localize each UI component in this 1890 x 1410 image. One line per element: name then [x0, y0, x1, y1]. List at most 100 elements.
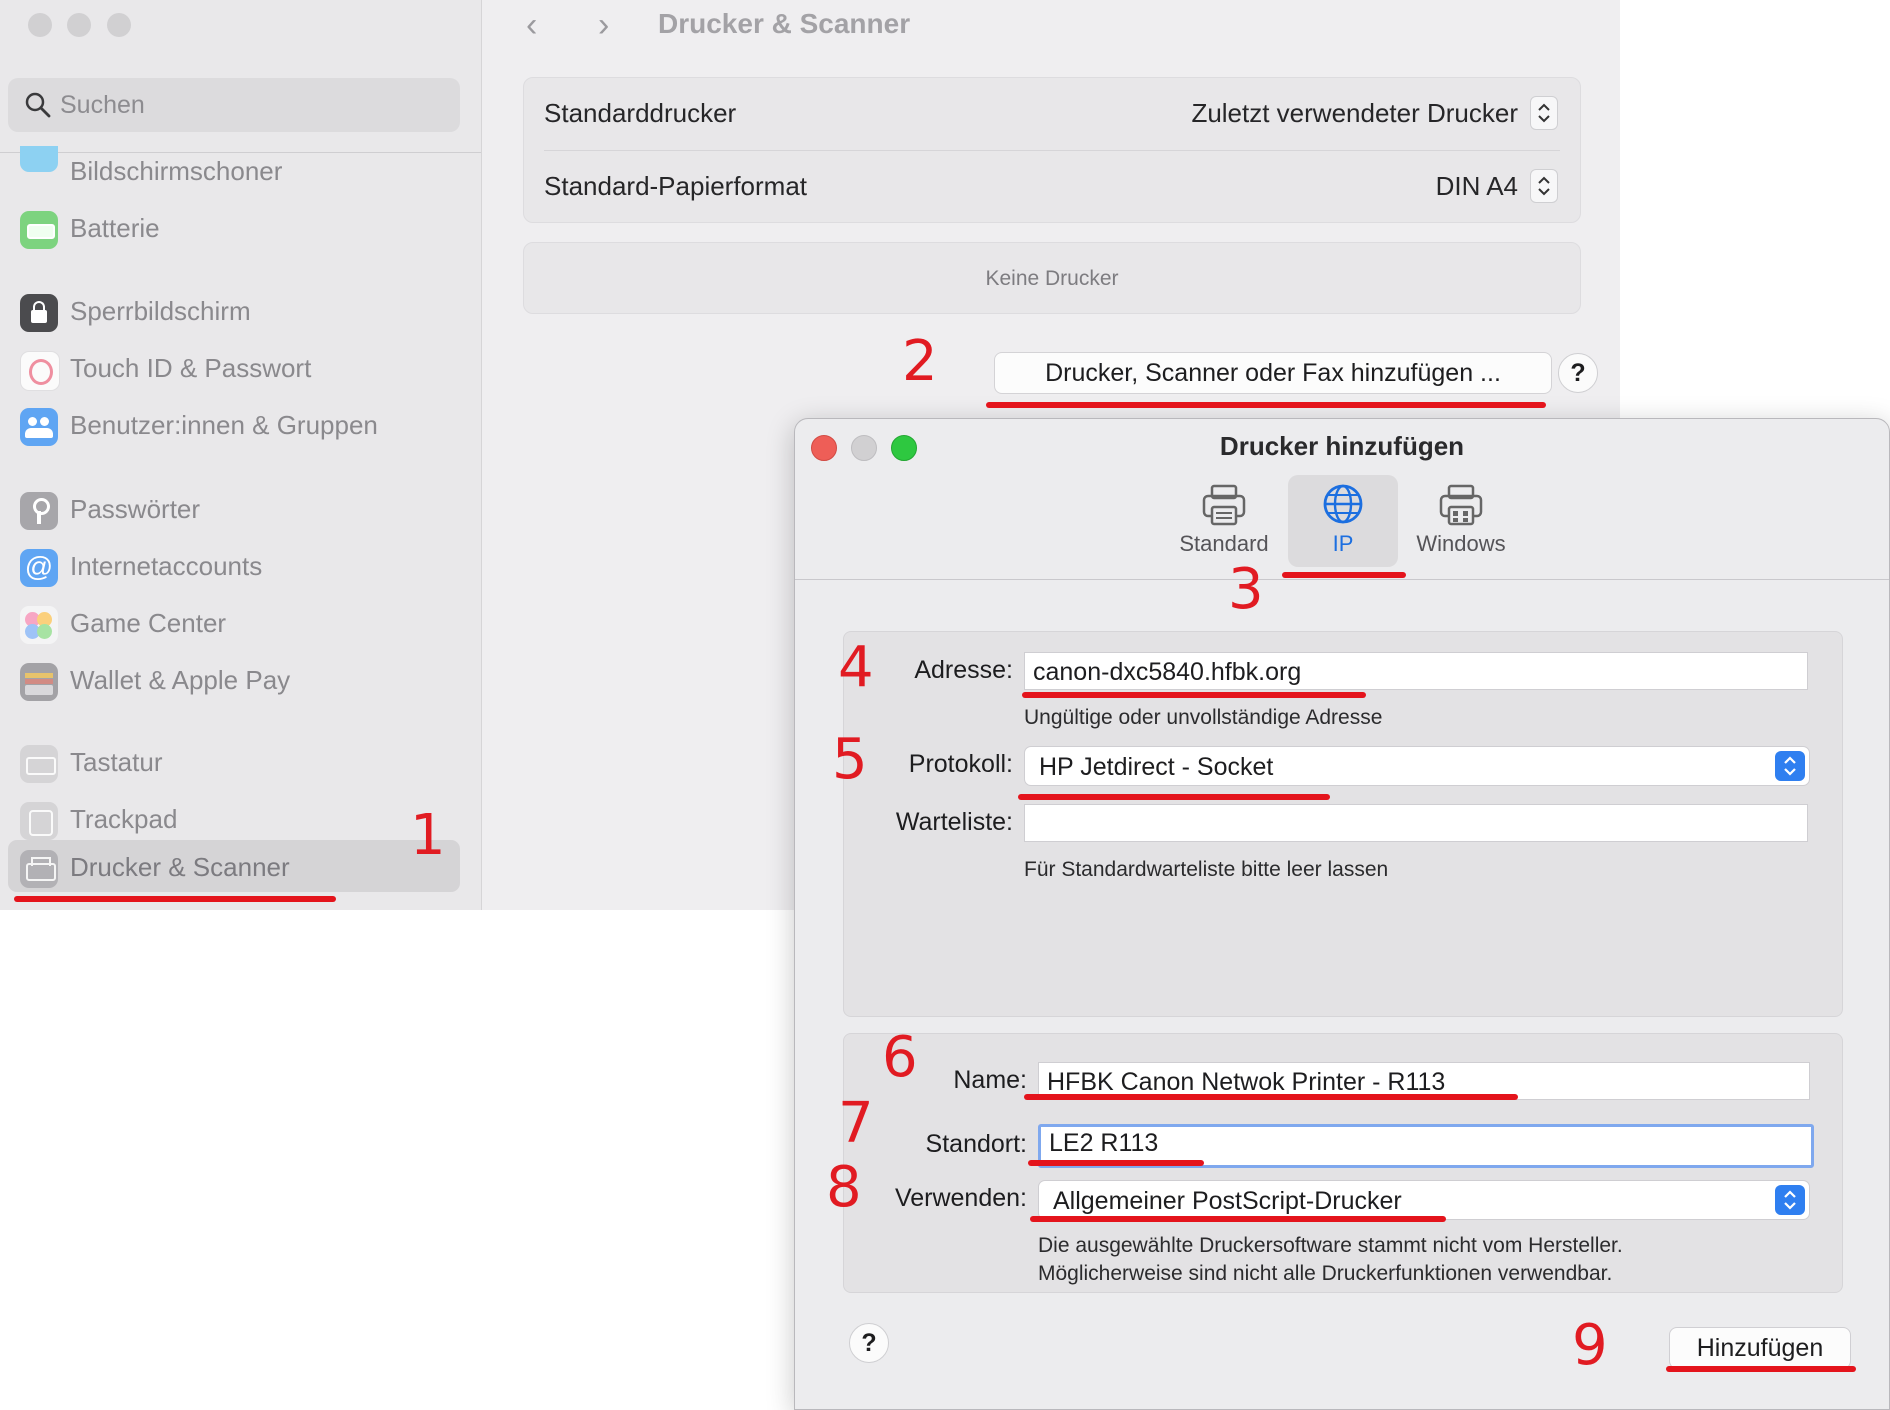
row-divider: [544, 150, 1560, 151]
no-printers-text: Keine Drucker: [985, 267, 1119, 290]
annotation-underline: [1030, 1216, 1446, 1222]
back-icon[interactable]: ‹: [526, 6, 537, 45]
driver-select[interactable]: Allgemeiner PostScript-Drucker: [1038, 1180, 1810, 1220]
title-bar: ‹ › Drucker & Scanner: [482, 0, 1620, 50]
annotation-underline: [1028, 1160, 1204, 1166]
sidebar-item-touch-id[interactable]: Touch ID & Passwort: [8, 341, 460, 393]
sidebar-item-printers-scanners[interactable]: Drucker & Scanner: [8, 840, 460, 892]
sidebar-item-label: Passwörter: [70, 494, 201, 524]
close-window-button[interactable]: [28, 13, 52, 37]
printer-details-panel: Name: HFBK Canon Netwok Printer - R113 S…: [843, 1033, 1843, 1293]
sidebar-item-label: Drucker & Scanner: [70, 852, 290, 882]
annotation-4: 4: [838, 635, 874, 700]
sidebar-item-game-center[interactable]: Game Center: [8, 596, 460, 648]
default-printer-label: Standarddrucker: [544, 98, 737, 128]
users-icon: [20, 408, 58, 446]
tab-label: IP: [1332, 531, 1354, 556]
protocol-value: HP Jetdirect - Socket: [1039, 753, 1274, 781]
printer-icon: [20, 850, 58, 888]
network-printer-icon: [1439, 484, 1483, 526]
tab-ip[interactable]: IP: [1288, 475, 1398, 567]
at-icon: @: [20, 549, 58, 587]
sidebar-item-label: Tastatur: [70, 747, 163, 777]
tab-windows[interactable]: Windows: [1406, 475, 1516, 567]
search-placeholder: Suchen: [60, 91, 145, 119]
default-printer-stepper[interactable]: [1530, 96, 1558, 130]
tab-standard[interactable]: Standard: [1169, 475, 1279, 567]
printer-list: Keine Drucker: [523, 242, 1581, 314]
connection-panel: Adresse: canon-dxc5840.hfbk.org Ungültig…: [843, 631, 1843, 1017]
annotation-underline: [1666, 1366, 1856, 1372]
use-label: Verwenden:: [894, 1184, 1027, 1212]
annotation-underline: [1282, 572, 1406, 578]
defaults-card: Standarddrucker Zuletzt verwendeter Druc…: [523, 77, 1581, 223]
sidebar-item-passwords[interactable]: Passwörter: [8, 482, 460, 534]
annotation-underline: [14, 896, 336, 902]
queue-input[interactable]: [1024, 804, 1808, 842]
sidebar-item-label: Internetaccounts: [70, 551, 263, 581]
forward-icon[interactable]: ›: [598, 6, 609, 45]
tab-label: Standard: [1179, 531, 1269, 556]
dialog-help-button[interactable]: ?: [849, 1323, 889, 1363]
add-printer-button[interactable]: Drucker, Scanner oder Fax hinzufügen ...: [994, 352, 1552, 394]
driver-note-line-2: Möglicherweise sind nicht alle Druckerfu…: [1038, 1262, 1613, 1285]
sidebar-item-label: Benutzer:innen & Gruppen: [70, 410, 378, 440]
driver-note-line-1: Die ausgewählte Druckersoftware stammt n…: [1038, 1234, 1623, 1257]
name-label: Name:: [953, 1066, 1027, 1094]
wallet-icon: [20, 663, 58, 701]
queue-label: Warteliste:: [895, 808, 1013, 836]
help-button[interactable]: ?: [1558, 353, 1598, 393]
sidebar: Suchen Bildschirmschoner Batterie Sperrb…: [0, 0, 482, 910]
up-down-chevron-icon: [1538, 103, 1550, 123]
lock-icon: [20, 294, 58, 332]
annotation-8: 8: [826, 1155, 862, 1220]
dialog-title: Drucker hinzufügen: [1219, 431, 1465, 461]
paper-format-label: Standard-Papierformat: [544, 171, 808, 201]
address-input[interactable]: canon-dxc5840.hfbk.org: [1024, 652, 1808, 690]
paper-format-select[interactable]: DIN A4: [1436, 171, 1518, 202]
sidebar-item-screensaver[interactable]: Bildschirmschoner: [8, 144, 460, 196]
zoom-window-button[interactable]: [107, 13, 131, 37]
sidebar-item-trackpad[interactable]: Trackpad: [8, 792, 460, 844]
sidebar-item-label: Sperrbildschirm: [70, 296, 251, 326]
protocol-select[interactable]: HP Jetdirect - Socket: [1024, 746, 1810, 786]
annotation-1: 1: [410, 803, 446, 868]
protocol-label: Protokoll:: [908, 750, 1013, 778]
sidebar-item-wallet[interactable]: Wallet & Apple Pay: [8, 653, 460, 705]
sidebar-item-label: Wallet & Apple Pay: [70, 665, 291, 695]
add-printer-dialog: Drucker hinzufügen Standard IP Windows A…: [794, 418, 1890, 1410]
sidebar-item-label: Touch ID & Passwort: [70, 353, 312, 383]
sidebar-item-lock-screen[interactable]: Sperrbildschirm: [8, 284, 460, 336]
printer-icon: [1202, 484, 1246, 526]
sidebar-item-internet-accounts[interactable]: @ Internetaccounts: [8, 539, 460, 591]
annotation-underline: [986, 402, 1546, 408]
sidebar-item-label: Game Center: [70, 608, 227, 638]
queue-hint: Für Standardwarteliste bitte leer lassen: [1024, 858, 1389, 881]
annotation-9: 9: [1572, 1313, 1608, 1378]
sidebar-item-users-groups[interactable]: Benutzer:innen & Gruppen: [8, 398, 460, 450]
fingerprint-icon: [20, 351, 60, 391]
sidebar-item-label: Batterie: [70, 213, 160, 243]
battery-icon: [20, 211, 58, 249]
sidebar-item-keyboard[interactable]: Tastatur: [8, 735, 460, 787]
popup-chevron-icon: [1775, 1185, 1805, 1215]
location-label: Standort:: [925, 1130, 1027, 1158]
search-field[interactable]: Suchen: [8, 78, 460, 132]
minimize-window-button[interactable]: [67, 13, 91, 37]
paper-format-stepper[interactable]: [1530, 169, 1558, 203]
default-printer-select[interactable]: Zuletzt verwendeter Drucker: [1191, 98, 1518, 129]
annotation-7: 7: [838, 1091, 874, 1156]
sidebar-item-battery[interactable]: Batterie: [8, 201, 460, 253]
annotation-underline: [1018, 794, 1330, 800]
annotation-2: 2: [902, 329, 938, 394]
driver-value: Allgemeiner PostScript-Drucker: [1053, 1187, 1402, 1215]
up-down-chevron-icon: [1538, 176, 1550, 196]
annotation-3: 3: [1228, 557, 1264, 622]
annotation-underline: [1022, 692, 1366, 698]
screensaver-icon: [20, 146, 58, 172]
dialog-add-button[interactable]: Hinzufügen: [1669, 1327, 1851, 1369]
sidebar-item-label: Trackpad: [70, 804, 178, 834]
annotation-6: 6: [882, 1025, 918, 1090]
game-center-icon: [20, 606, 58, 644]
address-hint: Ungültige oder unvollständige Adresse: [1024, 706, 1383, 729]
